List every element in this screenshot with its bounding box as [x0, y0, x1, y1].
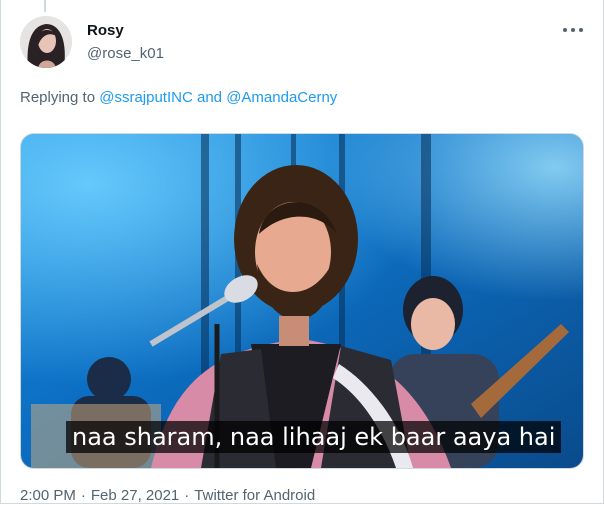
replying-to-label: Replying to [20, 89, 96, 106]
tweet-source[interactable]: Twitter for Android [194, 487, 315, 504]
thread-connector-line [44, 0, 46, 12]
more-dots-icon[interactable] [562, 20, 584, 38]
meta-separator: · [184, 487, 190, 504]
mention-conjunction: and [196, 89, 223, 106]
meta-separator: · [80, 487, 86, 504]
author-handle[interactable]: @rose_k01 [87, 45, 164, 62]
tweet-date[interactable]: Feb 27, 2021 [91, 487, 179, 504]
mention-link[interactable]: @AmandaCerny [226, 89, 337, 106]
media-caption: naa sharam, naa lihaaj ek baar aaya hai [66, 421, 562, 453]
author-name[interactable]: Rosy [87, 22, 124, 39]
avatar[interactable] [20, 16, 72, 68]
replying-to-line: Replying to @ssrajputINC and @AmandaCern… [20, 89, 337, 106]
mention-link[interactable]: @ssrajputINC [99, 89, 193, 106]
tweet-metadata: 2:00 PM · Feb 27, 2021 · Twitter for Android [20, 487, 315, 504]
tweet-time[interactable]: 2:00 PM [20, 487, 76, 504]
tweet-media-image[interactable] [20, 133, 584, 469]
